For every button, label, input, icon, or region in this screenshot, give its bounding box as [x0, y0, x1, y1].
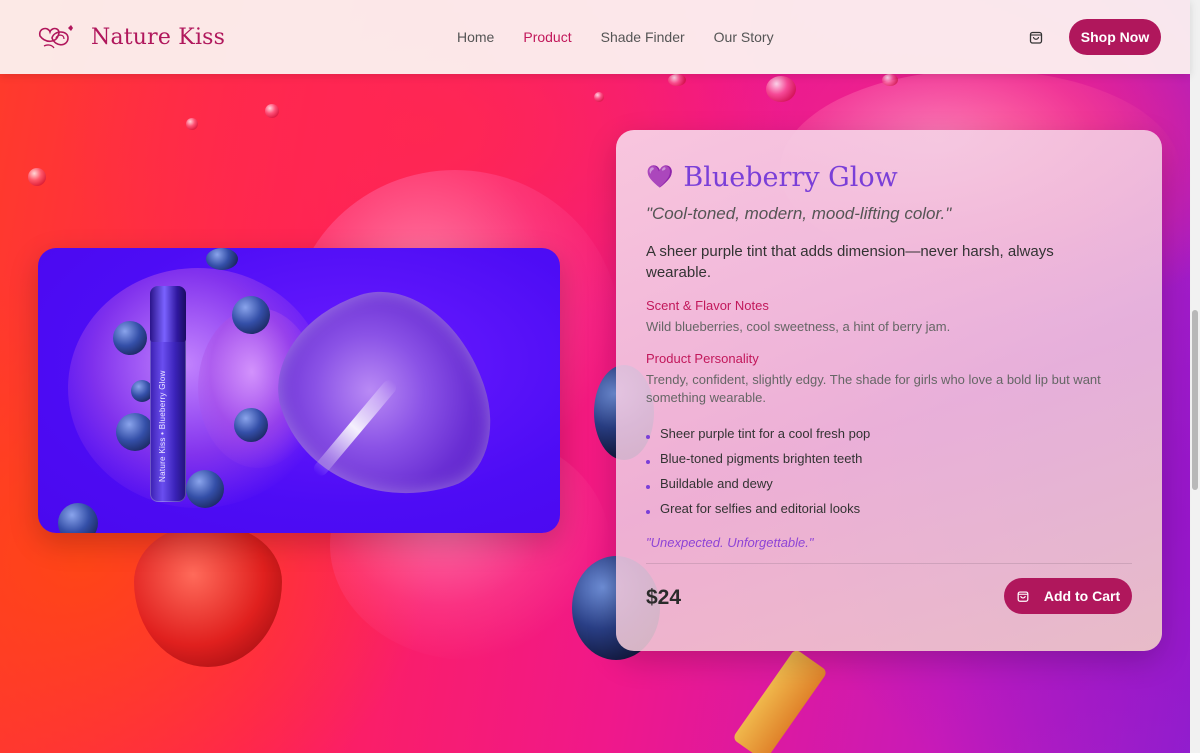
water-drop [766, 76, 796, 102]
scent-text: Wild blueberries, cool sweetness, a hint… [646, 319, 951, 334]
product-price: $24 [646, 586, 682, 609]
price-row: $24 Add to Cart [646, 578, 1132, 634]
feature-item: Blue-toned pigments brighten teeth [646, 446, 1132, 471]
scrollbar-thumb[interactable] [1192, 310, 1198, 490]
bullet-dot [646, 434, 650, 439]
product-description: A sheer purple tint that adds dimension—… [646, 243, 1054, 281]
water-drop [668, 74, 686, 86]
personality-text: Trendy, confident, slightly edgy. The sh… [646, 372, 1101, 405]
feature-item: Sheer purple tint for a cool fresh pop [646, 421, 1132, 446]
closing-quote: "Unexpected. Unforgettable." [646, 535, 814, 550]
blueberry [234, 408, 268, 442]
citrus-piece [732, 648, 828, 753]
lip-gloss-tube: Nature Kiss • Blueberry Glow [150, 286, 186, 502]
page-scrollbar[interactable] [1190, 0, 1200, 753]
scent-label: Scent & Flavor Notes [646, 298, 769, 313]
product-info-card: 💜 Blueberry Glow "Cool-toned, modern, mo… [616, 130, 1162, 651]
blueberry [116, 413, 154, 451]
purple-heart-icon: 💜 [646, 164, 674, 189]
water-drop [265, 104, 279, 118]
divider [646, 563, 1132, 564]
product-title: Blueberry Glow [683, 161, 898, 193]
water-drop [882, 74, 898, 86]
top-navbar: Nature Kiss Home Product Shade Finder Ou… [0, 0, 1190, 74]
brand[interactable]: Nature Kiss [34, 22, 225, 52]
blueberry [113, 321, 147, 355]
shopping-bag-icon [1017, 591, 1029, 602]
shop-now-button[interactable]: Shop Now [1069, 19, 1161, 55]
feature-item: Great for selfies and editorial looks [646, 496, 1132, 521]
personality-label: Product Personality [646, 351, 759, 366]
blueberry [186, 470, 224, 508]
blueberry [58, 503, 98, 533]
nav-link-product[interactable]: Product [523, 29, 571, 45]
nav-link-shade-finder[interactable]: Shade Finder [601, 29, 685, 45]
blueberry [232, 296, 270, 334]
nav-link-home[interactable]: Home [457, 29, 494, 45]
nav-links: Home Product Shade Finder Our Story [457, 0, 803, 74]
title-row: 💜 Blueberry Glow [646, 161, 1132, 193]
product-tagline: "Cool-toned, modern, mood-lifting color.… [646, 204, 952, 223]
water-drop [28, 168, 46, 186]
bullet-dot [646, 459, 650, 464]
water-drop [594, 92, 604, 102]
bullet-dot [646, 509, 650, 514]
bullet-dot [646, 484, 650, 489]
brand-name: Nature Kiss [91, 24, 226, 50]
product-image: Nature Kiss • Blueberry Glow [38, 248, 560, 533]
add-to-cart-button[interactable]: Add to Cart [1004, 578, 1132, 614]
shopping-bag-icon[interactable] [1028, 29, 1044, 45]
add-to-cart-label: Add to Cart [1043, 588, 1121, 604]
tube-label: Nature Kiss • Blueberry Glow [158, 370, 167, 482]
tube-cap [150, 286, 186, 342]
feature-item: Buildable and dewy [646, 471, 1132, 496]
blueberry [206, 248, 238, 270]
nav-link-our-story[interactable]: Our Story [714, 29, 774, 45]
feature-list: Sheer purple tint for a cool fresh pop B… [646, 421, 1132, 521]
strawberry [134, 525, 282, 667]
water-drop [186, 118, 198, 130]
rose-logo-icon [38, 25, 73, 49]
